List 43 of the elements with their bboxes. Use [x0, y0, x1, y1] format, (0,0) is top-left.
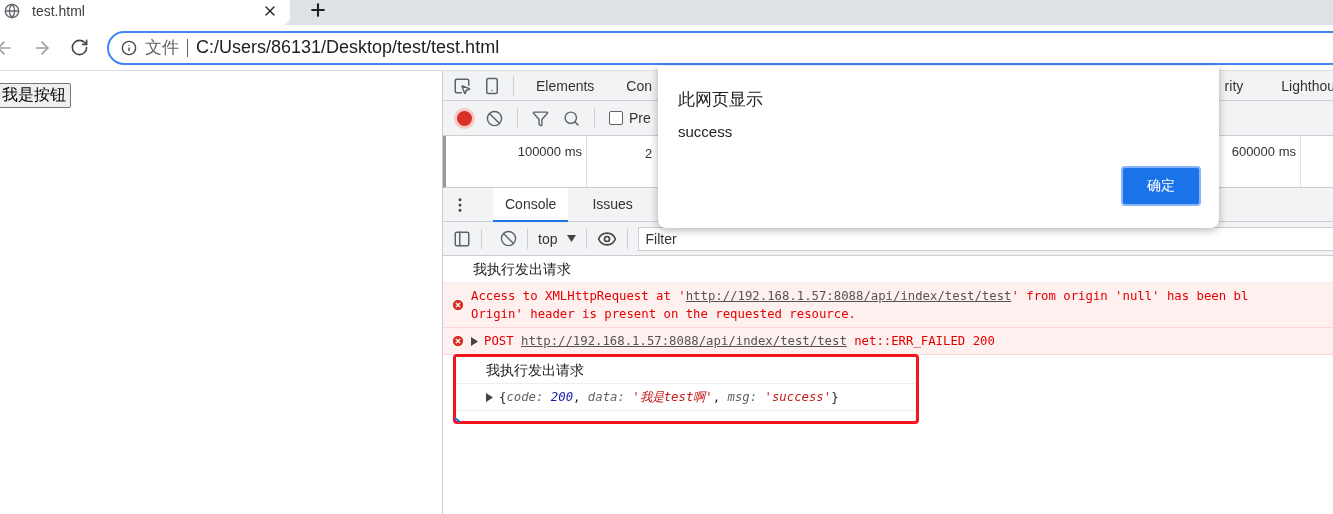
page-button[interactable]: 我是按钮 — [0, 83, 71, 108]
ok-button[interactable]: 确定 — [1121, 166, 1201, 206]
address-bar[interactable]: 文件 C:/Users/86131/Desktop/test/test.html — [107, 30, 1333, 65]
panel-tab[interactable]: rity — [1214, 77, 1254, 94]
dialog-title: 此网页显示 — [678, 88, 764, 111]
record-icon[interactable] — [457, 110, 472, 126]
dropdown-caret-icon[interactable] — [567, 235, 577, 242]
error-message: Access to XMLHttpRequest at 'http://192.168.1.57:8088/api/index/test/test' from origin 'null' has been bl Origin' header is present on the requested resource. — [471, 288, 1249, 323]
console-log: 我执行发出请求 — [473, 260, 571, 278]
sidebar-icon[interactable] — [453, 229, 471, 248]
globe-icon — [4, 2, 20, 19]
url-link[interactable]: http://192.168.1.57:8088/api/index/test/test — [685, 289, 1012, 303]
clear-icon[interactable] — [500, 230, 517, 247]
preserve-checkbox[interactable]: Pre — [609, 110, 651, 126]
context-select[interactable]: top — [538, 230, 558, 247]
device-icon[interactable] — [483, 76, 501, 95]
filter-field[interactable]: Filter — [638, 226, 1333, 251]
browser-tab[interactable]: test.html — [0, 0, 290, 25]
expand-arrow-icon[interactable] — [486, 393, 493, 402]
dialog-message: success — [678, 123, 734, 140]
timeline-tick: 100000 ms — [517, 144, 582, 161]
console-log: 我执行发出请求 — [486, 361, 584, 379]
inspect-icon[interactable] — [453, 76, 471, 95]
timeline-tick: 2 — [645, 146, 653, 161]
panel-tab[interactable]: Con — [616, 77, 663, 94]
url-link[interactable]: http://192.168.1.57:8088/api/index/test/test — [521, 334, 847, 348]
error-message: POST http://192.168.1.57:8088/api/index/test/test net::ERR_FAILED 200 — [484, 333, 995, 350]
error-icon — [451, 332, 465, 350]
reload-icon[interactable] — [70, 38, 89, 57]
object-preview[interactable]: {code: 200, data: '我是test啊', msg: 'success'} — [499, 388, 839, 406]
drawer-tab[interactable]: Console — [493, 187, 569, 222]
filter-icon[interactable] — [532, 109, 549, 127]
url-text: C:/Users/86131/Desktop/test/test.html — [196, 37, 500, 58]
security-label: 文件 — [145, 38, 188, 57]
panel-tab[interactable]: Elements — [526, 77, 605, 94]
tab-title: test.html — [32, 2, 86, 19]
drawer-tab[interactable]: Issues — [580, 187, 645, 222]
expand-arrow-icon[interactable] — [471, 337, 478, 346]
prompt-caret-icon — [454, 417, 462, 425]
search-icon[interactable] — [563, 109, 580, 127]
timeline-tick: 600000 ms — [1231, 144, 1296, 161]
info-icon[interactable] — [121, 39, 137, 56]
clear-icon[interactable] — [486, 109, 503, 127]
